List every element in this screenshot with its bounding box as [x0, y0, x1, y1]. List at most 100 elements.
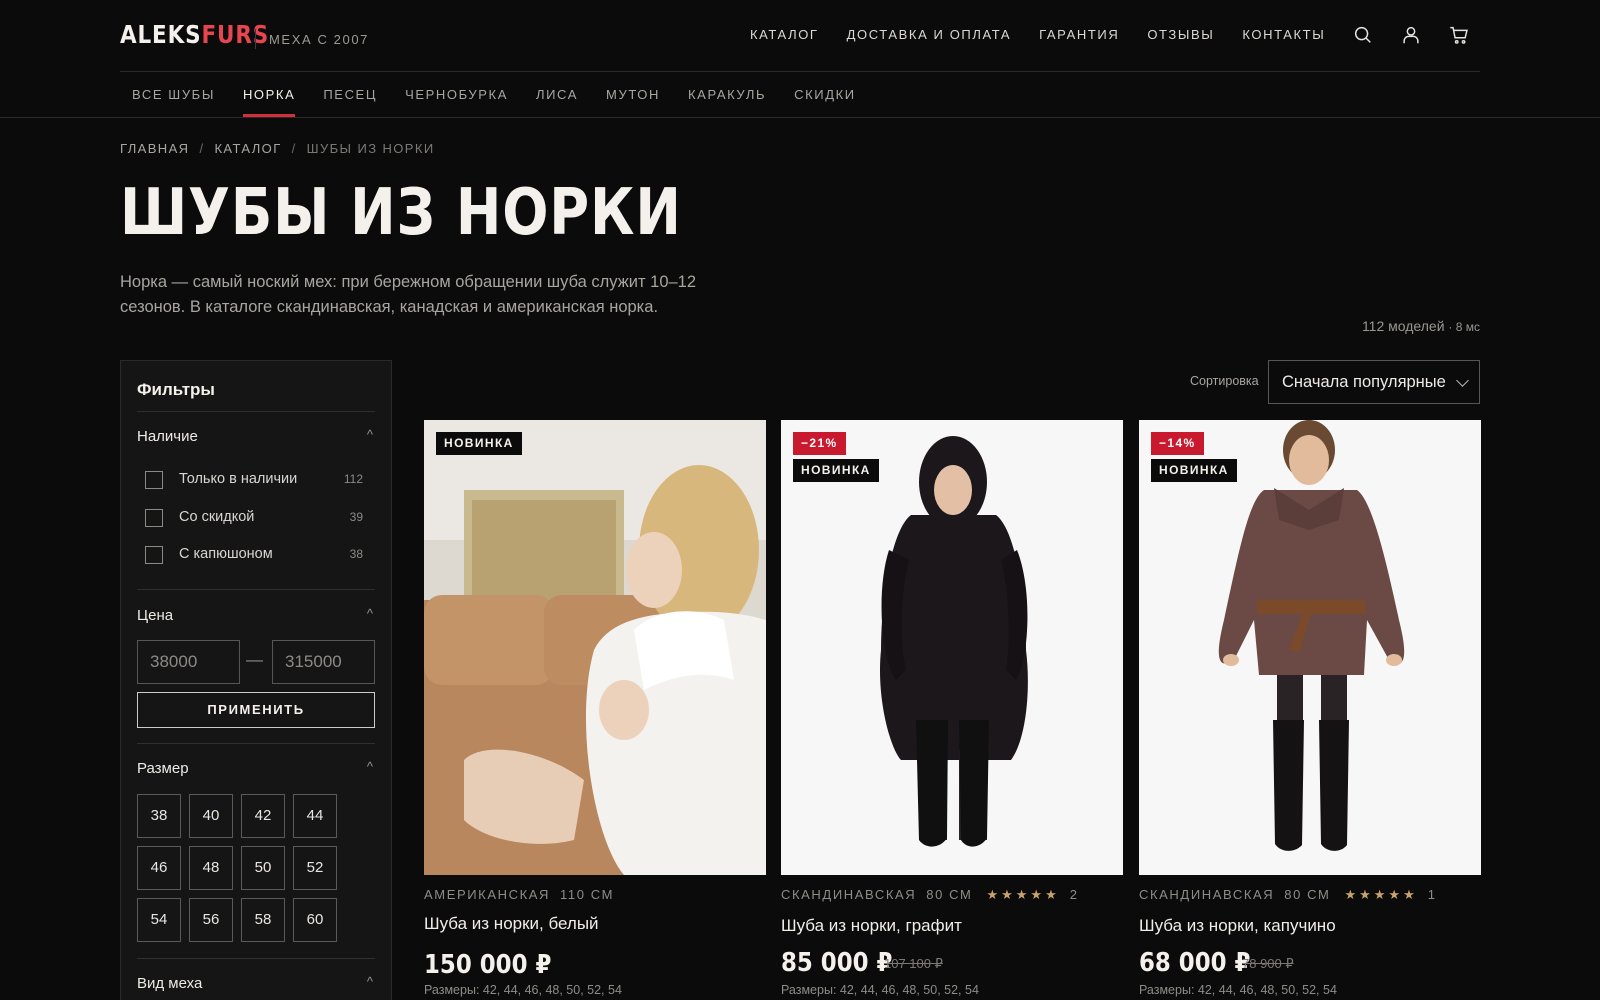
topnav-reviews[interactable]: ОТЗЫВЫ — [1147, 27, 1214, 42]
checkbox-hooded[interactable]: С капюшоном 38 — [145, 545, 363, 565]
product-card[interactable]: −14% НОВИНКА СКАНДИНАВСКАЯ 80 СМ ★★★★★ 1 Шу… — [1139, 420, 1481, 997]
chevron-down-icon — [1456, 374, 1469, 387]
product-meta: СКАНДИНАВСКАЯ 80 СМ ★★★★★ 1 — [1139, 887, 1437, 903]
breadcrumb-separator: / — [199, 141, 205, 156]
size-option[interactable]: 52 — [293, 846, 337, 890]
breadcrumb-separator: / — [291, 141, 297, 156]
price-min-input[interactable]: 38000 — [137, 640, 240, 684]
filter-heading-availability[interactable]: Наличие — [137, 428, 198, 445]
user-icon[interactable] — [1400, 24, 1422, 46]
cart-icon[interactable] — [1448, 24, 1470, 46]
product-old-price: 78 900 ₽ — [1242, 956, 1294, 971]
rating-stars: ★★★★★ — [986, 887, 1060, 902]
chevron-up-icon[interactable]: ^ — [367, 427, 373, 442]
category-all[interactable]: ВСЕ ШУБЫ — [132, 72, 215, 117]
checkbox-label: Только в наличии — [179, 471, 298, 487]
product-length: 110 СМ — [560, 887, 615, 902]
category-karakul[interactable]: КАРАКУЛЬ — [688, 72, 766, 117]
size-option[interactable]: 48 — [189, 846, 233, 890]
divider — [137, 589, 375, 590]
checkbox-box[interactable] — [145, 546, 163, 564]
checkbox-count: 39 — [349, 510, 363, 524]
size-option[interactable]: 54 — [137, 898, 181, 942]
price-max-input[interactable]: 315000 — [272, 640, 375, 684]
size-option[interactable]: 46 — [137, 846, 181, 890]
apply-price-button[interactable]: ПРИМЕНИТЬ — [137, 692, 375, 728]
size-option[interactable]: 50 — [241, 846, 285, 890]
sort-label: Сортировка — [1190, 374, 1259, 388]
checkbox-in-stock[interactable]: Только в наличии 112 — [145, 470, 363, 490]
breadcrumb-catalog[interactable]: КАТАЛОГ — [214, 141, 281, 156]
site-header: ALEKSFURS МЕХА С 2007 КАТАЛОГ ДОСТАВКА И… — [120, 0, 1480, 72]
chevron-up-icon[interactable]: ^ — [367, 606, 373, 621]
search-icon[interactable] — [1352, 24, 1374, 46]
checkbox-on-sale[interactable]: Со скидкой 39 — [145, 508, 363, 528]
rating-stars: ★★★★★ — [1344, 887, 1418, 902]
topnav-catalog[interactable]: КАТАЛОГ — [750, 27, 819, 42]
badge-sale: −21% — [793, 432, 846, 455]
topnav-warranty[interactable]: ГАРАНТИЯ — [1039, 27, 1119, 42]
product-photo-cappuccino-mink — [1139, 420, 1481, 875]
topnav-contacts[interactable]: КОНТАКТЫ — [1242, 27, 1325, 42]
badge-sale: −14% — [1151, 432, 1204, 455]
size-option[interactable]: 38 — [137, 794, 181, 838]
divider — [137, 958, 375, 959]
header-icons — [1352, 24, 1470, 46]
top-nav: КАТАЛОГ ДОСТАВКА И ОПЛАТА ГАРАНТИЯ ОТЗЫВ… — [750, 27, 1325, 42]
product-name[interactable]: Шуба из норки, белый — [424, 914, 599, 934]
product-name[interactable]: Шуба из норки, капучино — [1139, 916, 1336, 936]
checkbox-box[interactable] — [145, 471, 163, 489]
sort-select[interactable]: Сначала популярные — [1268, 360, 1480, 404]
category-fox[interactable]: ЛИСА — [536, 72, 578, 117]
product-card[interactable]: −21% НОВИНКА СКАНДИНАВСКАЯ 80 СМ ★★★★★ 2 Шу… — [781, 420, 1123, 997]
category-sale[interactable]: СКИДКИ — [794, 72, 856, 117]
checkbox-count: 112 — [343, 472, 363, 486]
size-option[interactable]: 60 — [293, 898, 337, 942]
divider — [137, 411, 375, 412]
product-price: 68 000 ₽ — [1139, 948, 1251, 978]
category-arctic-fox[interactable]: ПЕСЕЦ — [323, 72, 377, 117]
product-meta: АМЕРИКАНСКАЯ 110 СМ — [424, 887, 614, 902]
product-image[interactable]: НОВИНКА — [424, 420, 766, 875]
logo-text-2: FURS — [201, 20, 270, 49]
size-option[interactable]: 42 — [241, 794, 285, 838]
filters-panel: Фильтры Наличие ^ Только в наличии 112 С… — [120, 360, 392, 1000]
filter-heading-fur-type[interactable]: Вид меха — [137, 975, 202, 992]
product-length: 80 СМ — [926, 887, 973, 902]
logo-text-1: ALEKS — [120, 20, 202, 49]
filter-heading-price[interactable]: Цена — [137, 607, 173, 624]
category-silver-fox[interactable]: ЧЕРНОБУРКА — [405, 72, 508, 117]
checkbox-box[interactable] — [145, 509, 163, 527]
chevron-up-icon[interactable]: ^ — [367, 974, 373, 989]
price-range-dash: — — [246, 650, 263, 669]
filters-title: Фильтры — [137, 380, 215, 399]
sort-value: Сначала популярные — [1282, 373, 1446, 391]
rating-count: 1 — [1427, 887, 1437, 902]
size-option[interactable]: 56 — [189, 898, 233, 942]
product-origin: АМЕРИКАНСКАЯ — [424, 887, 551, 902]
product-image[interactable]: −21% НОВИНКА — [781, 420, 1123, 875]
product-sizes: Размеры: 42, 44, 46, 48, 50, 52, 54 — [781, 983, 979, 997]
product-card[interactable]: НОВИНКА АМЕРИКАНСКАЯ 110 СМ Шуба из норки… — [424, 420, 766, 997]
size-option[interactable]: 40 — [189, 794, 233, 838]
product-sizes: Размеры: 42, 44, 46, 48, 50, 52, 54 — [1139, 983, 1337, 997]
results-count: 112 моделей · 8 мс — [1362, 318, 1480, 334]
breadcrumb-current: ШУБЫ ИЗ НОРКИ — [306, 141, 435, 156]
category-mink[interactable]: НОРКА — [242, 72, 296, 117]
tagline: МЕХА С 2007 — [269, 32, 369, 47]
logo[interactable]: ALEKSFURS — [120, 20, 269, 49]
chevron-up-icon[interactable]: ^ — [367, 759, 373, 774]
size-option[interactable]: 44 — [293, 794, 337, 838]
checkbox-count: 38 — [349, 547, 363, 561]
size-option[interactable]: 58 — [241, 898, 285, 942]
product-name[interactable]: Шуба из норки, графит — [781, 916, 962, 936]
badge-new: НОВИНКА — [1151, 459, 1237, 482]
results-timing: · 8 мс — [1448, 320, 1480, 334]
product-image[interactable]: −14% НОВИНКА — [1139, 420, 1481, 875]
product-length: 80 СМ — [1284, 887, 1331, 902]
category-mouton[interactable]: МУТОН — [606, 72, 660, 117]
filter-heading-size[interactable]: Размер — [137, 760, 189, 777]
topnav-delivery[interactable]: ДОСТАВКА И ОПЛАТА — [847, 27, 1012, 42]
size-options: 38 40 42 44 46 48 50 52 54 56 58 60 — [137, 794, 347, 942]
breadcrumb-home[interactable]: ГЛАВНАЯ — [120, 141, 189, 156]
